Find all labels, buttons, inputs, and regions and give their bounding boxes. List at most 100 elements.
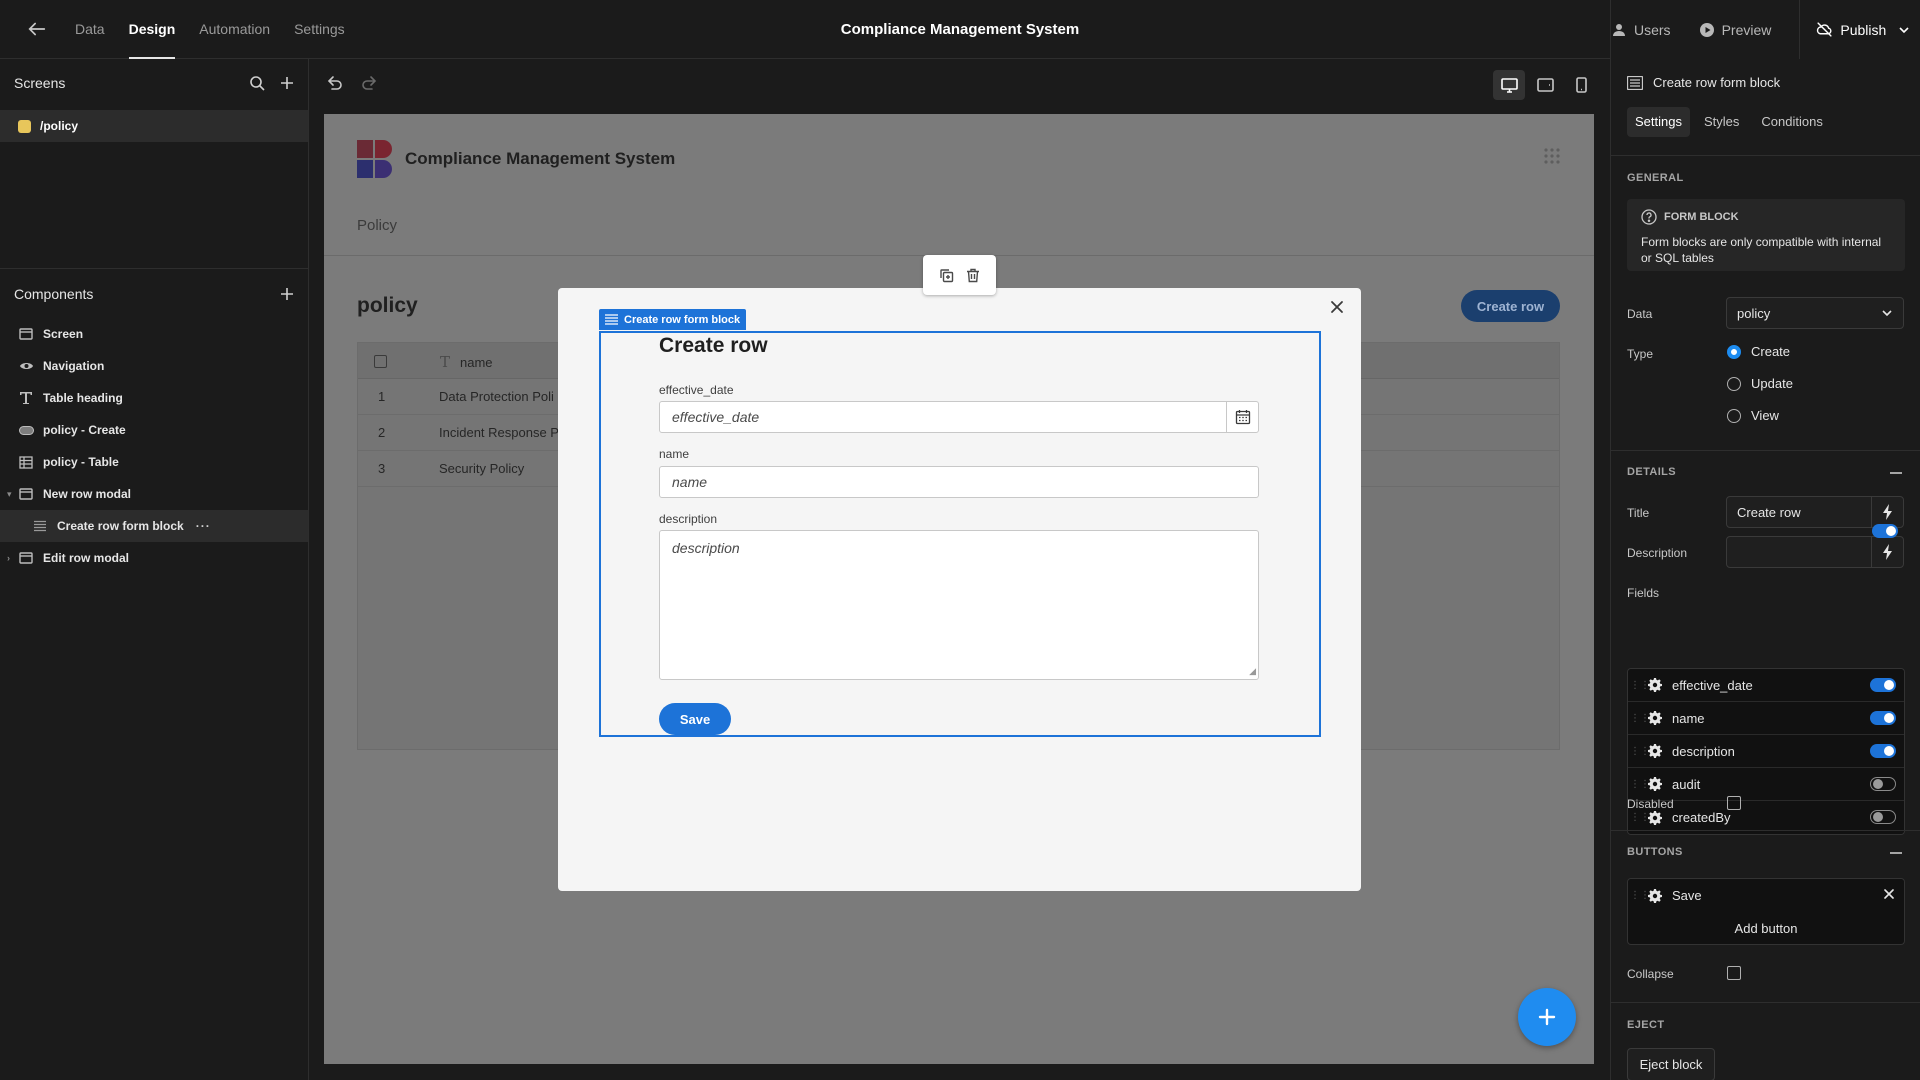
type-radio-create[interactable]: Create bbox=[1727, 344, 1790, 359]
row-name-cell: Incident Response P bbox=[439, 425, 559, 440]
users-button[interactable]: Users bbox=[1611, 22, 1671, 38]
field-toggle-on[interactable] bbox=[1870, 744, 1896, 758]
type-radio-update[interactable]: Update bbox=[1727, 376, 1793, 391]
add-button-button[interactable]: Add button bbox=[1627, 912, 1905, 945]
tab-automation[interactable]: Automation bbox=[199, 0, 270, 59]
publish-button[interactable]: Publish bbox=[1799, 0, 1920, 59]
eject-block-button[interactable]: Eject block bbox=[1627, 1048, 1715, 1080]
collapse-icon[interactable] bbox=[1890, 472, 1902, 474]
name-input[interactable]: name bbox=[659, 466, 1259, 498]
drag-handle-icon[interactable]: ⋮⋮ bbox=[1630, 713, 1650, 724]
gear-icon[interactable] bbox=[1648, 810, 1662, 825]
info-text: Form blocks are only compatible with int… bbox=[1641, 235, 1882, 265]
redo-icon[interactable] bbox=[360, 74, 378, 92]
add-screen-icon[interactable] bbox=[279, 75, 295, 91]
remove-icon[interactable] bbox=[1882, 887, 1896, 901]
component-screen[interactable]: Screen bbox=[0, 318, 308, 350]
screen-route: /policy bbox=[40, 119, 79, 133]
component-table-heading[interactable]: Table heading bbox=[0, 382, 308, 414]
component-policy-create[interactable]: policy - Create bbox=[0, 414, 308, 446]
gear-icon[interactable] bbox=[1648, 888, 1662, 903]
lightning-icon[interactable] bbox=[1871, 497, 1903, 527]
drag-handle-icon[interactable]: ⋮⋮ bbox=[1630, 890, 1650, 901]
effective-date-input[interactable]: effective_date bbox=[659, 401, 1259, 433]
add-component-fab[interactable] bbox=[1518, 988, 1576, 1046]
tablet-view-icon[interactable] bbox=[1529, 70, 1561, 100]
screens-title: Screens bbox=[14, 75, 66, 91]
form-title: Create row bbox=[659, 334, 768, 357]
search-icon[interactable] bbox=[249, 75, 265, 91]
drag-handle-icon[interactable]: ⋮⋮ bbox=[1630, 812, 1650, 823]
preview-button[interactable]: Preview bbox=[1699, 22, 1771, 38]
component-policy-table[interactable]: policy - Table bbox=[0, 446, 308, 478]
field-toggle-off[interactable] bbox=[1870, 810, 1896, 824]
field-toggle-on[interactable] bbox=[1870, 678, 1896, 692]
field-toggle-off[interactable] bbox=[1870, 777, 1896, 791]
field-row-description[interactable]: ⋮⋮ description bbox=[1628, 735, 1904, 768]
column-header-name[interactable]: T name bbox=[440, 353, 493, 371]
add-component-icon[interactable] bbox=[279, 286, 295, 302]
caret-right-icon[interactable]: › bbox=[7, 553, 10, 563]
form-icon bbox=[1627, 75, 1653, 90]
back-arrow-icon[interactable] bbox=[26, 18, 50, 42]
info-heading-label: FORM BLOCK bbox=[1664, 211, 1739, 223]
save-button[interactable]: Save bbox=[659, 703, 731, 735]
gear-icon[interactable] bbox=[1648, 678, 1662, 692]
duplicate-icon[interactable] bbox=[939, 268, 954, 283]
component-create-row-form-block[interactable]: Create row form block ··· bbox=[0, 510, 308, 542]
desktop-view-icon[interactable] bbox=[1493, 70, 1525, 100]
component-new-row-modal[interactable]: ▾ New row modal bbox=[0, 478, 308, 510]
field-row-name[interactable]: ⋮⋮ name bbox=[1628, 702, 1904, 735]
description-textarea[interactable]: description ◢ bbox=[659, 530, 1259, 680]
delete-icon[interactable] bbox=[966, 268, 980, 283]
tab-styles[interactable]: Styles bbox=[1696, 107, 1747, 137]
description-input[interactable] bbox=[1726, 536, 1904, 568]
component-navigation[interactable]: Navigation bbox=[0, 350, 308, 382]
lightning-icon[interactable] bbox=[1871, 537, 1903, 567]
screen-item-policy[interactable]: /policy bbox=[0, 110, 308, 142]
tab-settings[interactable]: Settings bbox=[294, 0, 345, 59]
more-options-icon[interactable]: ··· bbox=[196, 519, 211, 533]
field-row-effective-date[interactable]: ⋮⋮ effective_date bbox=[1628, 669, 1904, 702]
tab-design[interactable]: Design bbox=[128, 0, 175, 59]
drag-handle-icon[interactable]: ⋮⋮ bbox=[1630, 746, 1650, 757]
mobile-view-icon[interactable] bbox=[1565, 70, 1597, 100]
form-block-tag[interactable]: Create row form block bbox=[599, 309, 747, 330]
row-name-cell: Security Policy bbox=[439, 461, 525, 476]
collapse-icon[interactable] bbox=[1890, 852, 1902, 854]
breadcrumb[interactable]: Policy bbox=[357, 217, 397, 234]
title-value: Create row bbox=[1737, 504, 1801, 520]
field-toggle-on[interactable] bbox=[1870, 711, 1896, 725]
tab-data[interactable]: Data bbox=[75, 0, 105, 59]
tab-conditions[interactable]: Conditions bbox=[1753, 107, 1830, 137]
section-divider bbox=[1611, 155, 1920, 156]
settings-panel: Create row form block Settings Styles Co… bbox=[1610, 59, 1920, 1080]
drag-handle-icon[interactable]: ⋮⋮ bbox=[1630, 680, 1650, 691]
app-grid-icon[interactable] bbox=[1544, 148, 1560, 167]
type-radio-view[interactable]: View bbox=[1727, 408, 1779, 423]
field-label-description: description bbox=[659, 512, 718, 526]
disabled-checkbox[interactable] bbox=[1727, 796, 1741, 810]
close-icon[interactable] bbox=[1328, 298, 1348, 318]
data-source-select[interactable]: policy bbox=[1726, 297, 1904, 329]
publish-label: Publish bbox=[1840, 21, 1887, 38]
drag-handle-icon[interactable]: ⋮⋮ bbox=[1630, 779, 1650, 790]
create-row-button[interactable]: Create row bbox=[1461, 290, 1560, 322]
resize-handle-icon[interactable]: ◢ bbox=[1249, 666, 1256, 677]
select-all-checkbox[interactable] bbox=[374, 355, 387, 368]
button-row-save[interactable]: ⋮⋮ Save bbox=[1628, 879, 1904, 912]
eye-icon bbox=[18, 358, 34, 374]
gear-icon[interactable] bbox=[1648, 711, 1662, 725]
section-title-details: DETAILS bbox=[1627, 466, 1677, 478]
app-header: Compliance Management System Policy bbox=[324, 114, 1594, 256]
calendar-icon[interactable] bbox=[1226, 402, 1258, 432]
component-edit-row-modal[interactable]: › Edit row modal bbox=[0, 542, 308, 574]
chevron-down-icon[interactable] bbox=[1898, 24, 1917, 36]
fields-master-toggle[interactable] bbox=[1872, 524, 1898, 538]
gear-icon[interactable] bbox=[1648, 777, 1662, 791]
gear-icon[interactable] bbox=[1648, 744, 1662, 758]
undo-icon[interactable] bbox=[326, 74, 344, 92]
tab-settings-panel[interactable]: Settings bbox=[1627, 107, 1690, 137]
caret-down-icon[interactable]: ▾ bbox=[7, 489, 12, 500]
collapse-checkbox[interactable] bbox=[1727, 966, 1741, 980]
